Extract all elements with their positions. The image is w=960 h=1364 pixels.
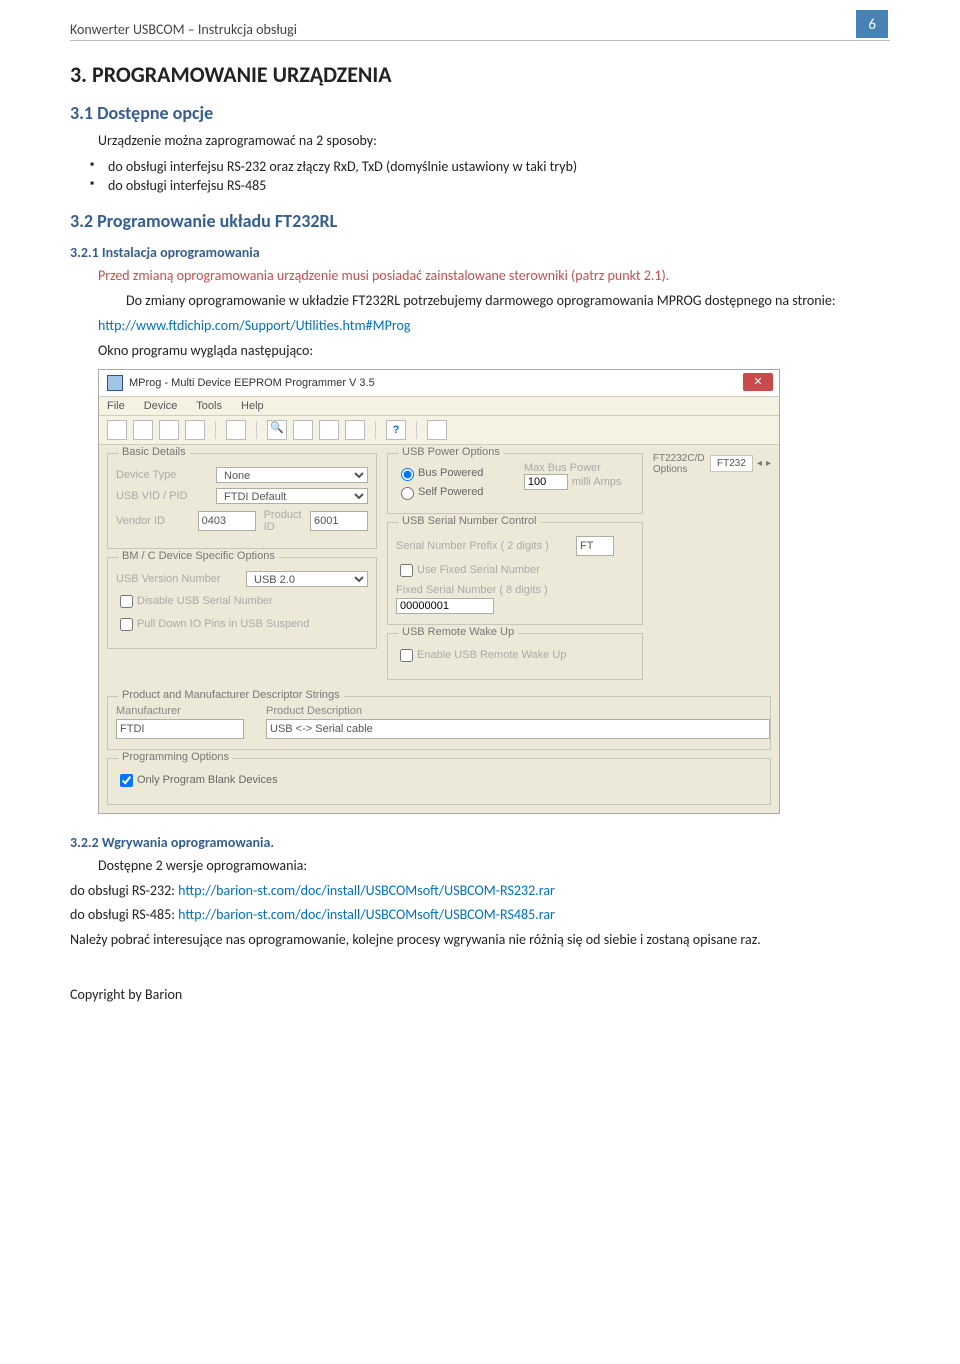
heading-3-2-2: 3.2.2 Wgrywania oprogramowania. — [70, 834, 890, 851]
fieldset-desc: Product and Manufacturer Descriptor Stri… — [107, 696, 771, 750]
fieldset-wake: USB Remote Wake Up Enable USB Remote Wak… — [387, 633, 643, 680]
close-icon[interactable]: ✕ — [743, 373, 773, 391]
product-desc-input[interactable] — [266, 719, 770, 739]
vidpid-select[interactable]: FTDI Default — [216, 488, 368, 504]
legend-serial: USB Serial Number Control — [398, 515, 541, 527]
bullet-rs232: do obsługi interfejsu RS-232 oraz złączy… — [90, 157, 890, 177]
fixed-num-label: Fixed Serial Number ( 8 digits ) — [396, 584, 634, 596]
legend-power: USB Power Options — [398, 446, 504, 458]
wake-label: Enable USB Remote Wake Up — [417, 649, 566, 661]
window-titlebar: MProg - Multi Device EEPROM Programmer V… — [99, 370, 779, 397]
footer-copyright: Copyright by Barion — [0, 956, 960, 1023]
fieldset-prog: Programming Options Only Program Blank D… — [107, 758, 771, 805]
max-power-unit: milli Amps — [572, 476, 622, 488]
usb-version-label: USB Version Number — [116, 573, 246, 585]
fieldset-bmc: BM / C Device Specific Options USB Versi… — [107, 557, 377, 649]
max-power-label: Max Bus Power — [524, 462, 634, 474]
doc-header-title: Konwerter USBCOM – Instrukcja obsługi — [70, 21, 856, 38]
wake-checkbox[interactable] — [400, 649, 413, 662]
product-id-label: Product ID — [264, 509, 306, 533]
bus-powered-radio[interactable] — [401, 468, 414, 481]
device-type-label: Device Type — [116, 469, 216, 481]
toolbar: 🔍 ? — [99, 416, 779, 445]
manufacturer-label: Manufacturer — [116, 705, 236, 717]
rs232-line: do obsługi RS-232: http://barion-st.com/… — [70, 882, 890, 901]
intro-paragraph: Urządzenie można zaprogramować na 2 spos… — [98, 132, 890, 151]
header-rule — [70, 40, 890, 41]
fieldset-serial: USB Serial Number Control Serial Number … — [387, 522, 643, 625]
heading-1: 3. PROGRAMOWANIE URZĄDZENIA — [70, 61, 890, 88]
tab-label: FT2232C/D Options — [653, 453, 706, 475]
toolbar-saveas-icon[interactable] — [226, 420, 246, 440]
toolbar-new-icon[interactable] — [107, 420, 127, 440]
menu-file[interactable]: File — [107, 400, 125, 412]
toolbar-search-icon[interactable]: 🔍 — [267, 420, 287, 440]
window-caption: Okno programu wygląda następująco: — [98, 342, 890, 361]
blank-devices-label: Only Program Blank Devices — [137, 774, 278, 786]
rs232-link[interactable]: http://barion-st.com/doc/install/USBCOMs… — [178, 882, 555, 899]
bullet-rs485: do obsługi interfejsu RS-485 — [90, 176, 890, 196]
fixed-num-input[interactable] — [396, 598, 494, 614]
menu-help[interactable]: Help — [241, 400, 264, 412]
bus-powered-label: Bus Powered — [418, 467, 483, 479]
window-title: MProg - Multi Device EEPROM Programmer V… — [129, 377, 375, 389]
vendor-id-label: Vendor ID — [116, 515, 198, 527]
vendor-id-input[interactable] — [198, 511, 256, 531]
menu-device[interactable]: Device — [144, 400, 178, 412]
versions-paragraph: Dostępne 2 wersje oprogramowania: — [98, 857, 890, 876]
prefix-label: Serial Number Prefix ( 2 digits ) — [396, 540, 576, 552]
toolbar-help-icon[interactable]: ? — [386, 420, 406, 440]
legend-prog: Programming Options — [118, 751, 233, 763]
toolbar-erase-icon[interactable] — [293, 420, 313, 440]
tab-left-arrow-icon[interactable]: ◂ — [757, 458, 762, 469]
prefix-input[interactable] — [576, 536, 614, 556]
max-power-input[interactable] — [524, 474, 568, 490]
legend-wake: USB Remote Wake Up — [398, 626, 518, 638]
mprog-link[interactable]: http://www.ftdichip.com/Support/Utilitie… — [98, 317, 890, 336]
menubar: File Device Tools Help — [99, 397, 779, 416]
self-powered-label: Self Powered — [418, 486, 483, 498]
pulldown-label: Pull Down IO Pins in USB Suspend — [137, 618, 309, 630]
usb-version-select[interactable]: USB 2.0 — [246, 571, 368, 587]
device-type-select[interactable]: None — [216, 467, 368, 483]
toolbar-save-icon[interactable] — [159, 420, 179, 440]
mprog-window: MProg - Multi Device EEPROM Programmer V… — [98, 369, 780, 814]
menu-tools[interactable]: Tools — [196, 400, 222, 412]
toolbar-open-icon[interactable] — [133, 420, 153, 440]
fieldset-basic: Basic Details Device TypeNone USB VID / … — [107, 453, 377, 549]
app-icon — [107, 375, 123, 391]
legend-bmc: BM / C Device Specific Options — [118, 550, 279, 562]
toolbar-read-icon[interactable] — [345, 420, 365, 440]
fixed-serial-label: Use Fixed Serial Number — [417, 564, 540, 576]
mprog-paragraph: Do zmiany oprogramowanie w układzie FT23… — [98, 292, 890, 311]
rs485-link[interactable]: http://barion-st.com/doc/install/USBCOMs… — [178, 906, 555, 923]
disable-serial-checkbox[interactable] — [120, 595, 133, 608]
blank-devices-checkbox[interactable] — [120, 774, 133, 787]
page-number-badge: 6 — [856, 10, 888, 38]
tab-right-arrow-icon[interactable]: ▸ — [766, 458, 771, 469]
download-note: Należy pobrać interesujące nas oprogramo… — [70, 931, 890, 950]
toolbar-exit-icon[interactable] — [427, 420, 447, 440]
product-desc-label: Product Description — [266, 705, 762, 717]
heading-3-2: 3.2 Programowanie układu FT232RL — [70, 210, 890, 232]
tab-value[interactable]: FT232 — [710, 455, 753, 472]
pulldown-checkbox[interactable] — [120, 618, 133, 631]
disable-serial-label: Disable USB Serial Number — [137, 595, 273, 607]
self-powered-radio[interactable] — [401, 487, 414, 500]
toolbar-edit-icon[interactable] — [185, 420, 205, 440]
fixed-serial-checkbox[interactable] — [400, 564, 413, 577]
vidpid-label: USB VID / PID — [116, 490, 216, 502]
fieldset-power: USB Power Options Bus Powered Self Power… — [387, 453, 643, 514]
manufacturer-input[interactable] — [116, 719, 244, 739]
toolbar-program-icon[interactable] — [319, 420, 339, 440]
legend-desc: Product and Manufacturer Descriptor Stri… — [118, 689, 344, 701]
legend-basic: Basic Details — [118, 446, 190, 458]
product-id-input[interactable] — [310, 511, 368, 531]
heading-3-1: 3.1 Dostępne opcje — [70, 102, 890, 124]
heading-3-2-1: 3.2.1 Instalacja oprogramowania — [70, 244, 890, 261]
rs485-line: do obsługi RS-485: http://barion-st.com/… — [70, 906, 890, 925]
warning-paragraph: Przed zmianą oprogramowania urządzenie m… — [98, 267, 890, 286]
